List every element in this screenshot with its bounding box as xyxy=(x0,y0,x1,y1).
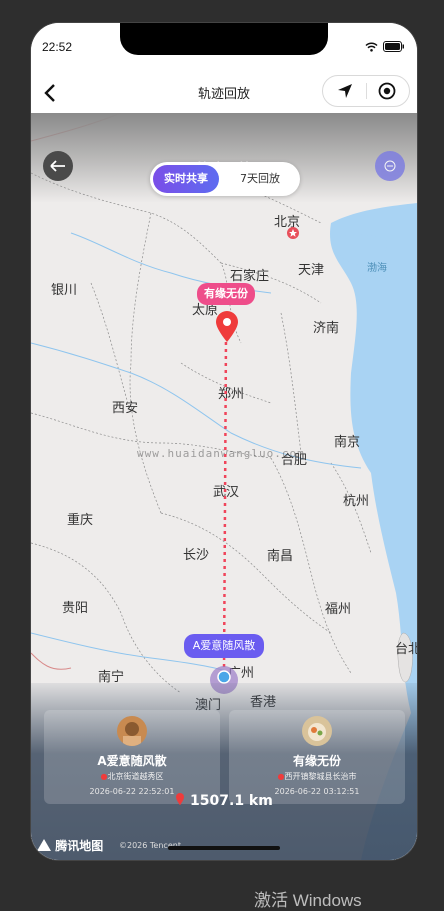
capsule-divider xyxy=(366,83,367,99)
minus-circle-icon xyxy=(384,160,396,172)
user-location-text: 北京街道越秀区 xyxy=(107,772,164,781)
user-name: 有缘无份 xyxy=(292,754,341,768)
avatar xyxy=(302,716,332,746)
mode-tab-switch: 实时共享 7天回放 xyxy=(150,162,300,196)
map-pin-icon[interactable] xyxy=(214,311,240,343)
user-name: A爱意随风散 xyxy=(97,754,167,768)
status-bar: 22:52 xyxy=(31,23,417,69)
pin-icon xyxy=(176,793,185,805)
map-view[interactable]: 北京 天津 石家庄 银川 太原 济南 西安 郑州 南京 合肥 武汉 杭州 重庆 … xyxy=(31,113,417,860)
close-target-icon[interactable] xyxy=(378,82,396,100)
distance-value: 1507.1 km xyxy=(190,793,273,809)
map-logo: 腾讯地图 xyxy=(37,837,103,854)
location-arrow-icon[interactable] xyxy=(336,82,354,100)
map-option-button[interactable] xyxy=(375,151,405,181)
windows-activation-watermark: 激活 Windows xyxy=(254,891,362,910)
home-indicator xyxy=(168,846,280,850)
end-marker-bubble: A爱意随风散 xyxy=(184,634,264,658)
user-location: ●西开镇黎城县长治市 xyxy=(229,771,405,782)
tab-realtime-share[interactable]: 实时共享 xyxy=(153,165,219,193)
wifi-icon xyxy=(365,42,378,52)
tab-7day-replay[interactable]: 7天回放 xyxy=(226,165,294,193)
user-location: ●北京街道越秀区 xyxy=(44,771,220,782)
battery-icon xyxy=(383,41,404,52)
avatar xyxy=(117,716,147,746)
status-icons xyxy=(365,41,405,52)
tencent-map-logo-icon xyxy=(37,839,51,851)
distance-readout: 1507.1 km xyxy=(31,792,417,809)
notch xyxy=(120,23,328,55)
mini-program-capsule xyxy=(322,75,410,107)
start-marker-bubble: 有缘无份 xyxy=(197,283,255,305)
user-card[interactable]: A爱意随风散 ●北京街道越秀区 2026-06-22 22:52:01 xyxy=(44,710,220,804)
phone-frame: 22:52 轨迹回放 北京 天津 石家庄 银川 太原 济南 西安 郑州 南京 合… xyxy=(31,23,417,860)
status-time: 22:52 xyxy=(42,40,73,54)
nav-bar: 轨迹回放 xyxy=(31,69,417,114)
user-card[interactable]: 有缘无份 ●西开镇黎城县长治市 2026-06-22 03:12:51 xyxy=(229,710,405,804)
user-location-text: 西开镇黎城县长治市 xyxy=(284,772,357,781)
map-logo-text: 腾讯地图 xyxy=(55,839,104,853)
